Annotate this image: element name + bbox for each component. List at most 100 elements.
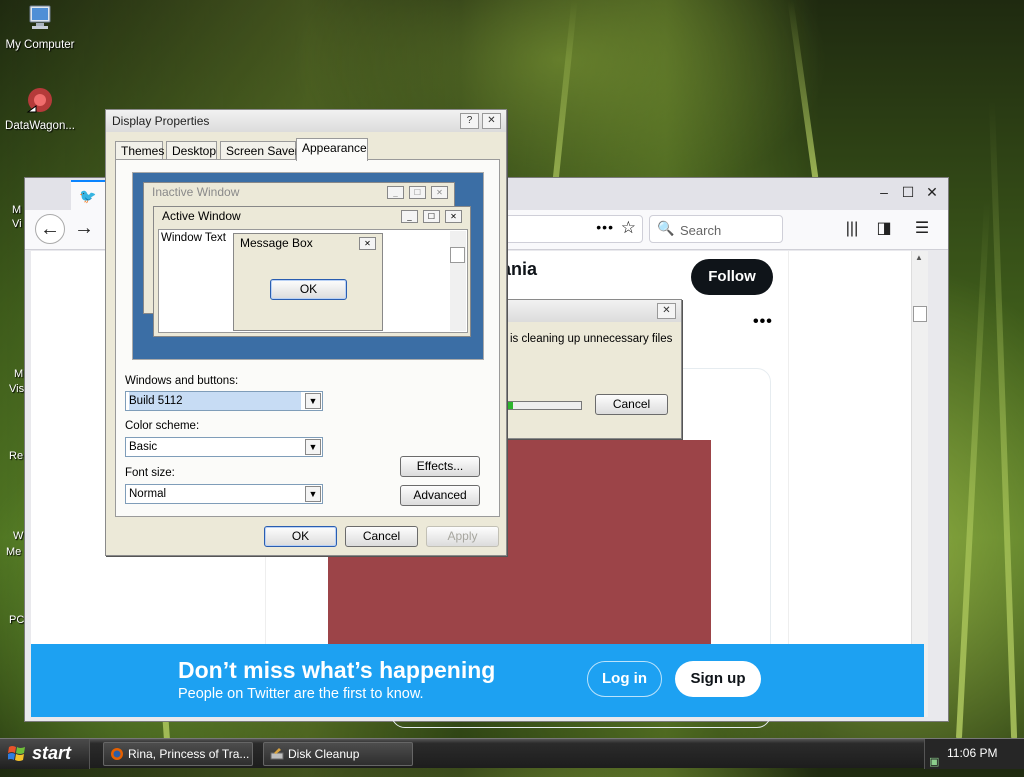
cleanup-progress-bar (507, 401, 582, 410)
close-icon[interactable]: ✕ (921, 181, 943, 203)
windows-buttons-select[interactable]: Build 5112 ▼ (125, 391, 323, 411)
forward-button[interactable]: → (69, 214, 99, 244)
minimize-icon[interactable]: – (873, 181, 895, 203)
disk-cleanup-icon (270, 748, 284, 760)
taskbar: start Rina, Princess of Tra... Disk Clea… (0, 738, 1024, 769)
maximize-icon[interactable]: ☐ (897, 181, 919, 203)
grass-blade (787, 0, 819, 180)
font-size-label: Font size: (125, 467, 175, 479)
advanced-button[interactable]: Advanced (400, 485, 480, 506)
windows-buttons-label: Windows and buttons: (125, 375, 239, 387)
desktop-edge-label: Re (9, 450, 24, 462)
color-scheme-select[interactable]: Basic ▼ (125, 437, 323, 457)
grass-blade (988, 100, 1018, 740)
tab-themes[interactable]: Themes (115, 141, 164, 160)
close-icon: ✕ (359, 237, 376, 250)
taskbar-item-firefox[interactable]: Rina, Princess of Tra... (103, 742, 253, 766)
font-size-value: Normal (129, 488, 167, 500)
bookmark-star-icon[interactable]: ☆ (621, 218, 636, 238)
search-icon: 🔍 (657, 220, 675, 236)
network-icon[interactable]: ▣ (929, 748, 939, 777)
desktop-edge-label: W (13, 530, 24, 542)
desktop-icon-datawagon[interactable]: DataWagon... (0, 84, 80, 132)
start-label: start (32, 743, 72, 763)
more-options-icon[interactable]: ••• (753, 313, 773, 331)
clock[interactable]: 11:06 PM (947, 739, 997, 768)
maximize-icon: ☐ (423, 210, 440, 223)
desktop-edge-label: Me (6, 546, 22, 558)
desktop-icon-label: DataWagon... (5, 120, 75, 132)
twitter-bird-icon: 🐦 (79, 188, 97, 204)
preview-scroll-thumb (450, 247, 465, 263)
cleanup-message: is cleaning up unnecessary files (510, 333, 673, 345)
ok-button[interactable]: OK (264, 526, 337, 547)
cleanup-cancel-button[interactable]: Cancel (595, 394, 668, 415)
window-text-label: Window Text (161, 232, 226, 244)
close-icon: ✕ (445, 210, 462, 223)
tab-appearance[interactable]: Appearance (296, 138, 368, 161)
firefox-icon (111, 748, 123, 760)
chevron-down-icon[interactable]: ▼ (305, 393, 321, 409)
color-scheme-label: Color scheme: (125, 420, 200, 432)
taskbar-item-label: Rina, Princess of Tra... (128, 747, 250, 761)
arrow-right-icon: → (74, 217, 94, 239)
desktop-edge-label: Vi (12, 218, 22, 230)
windows-buttons-value: Build 5112 (129, 392, 301, 410)
chevron-down-icon[interactable]: ▼ (305, 486, 321, 502)
taskbar-item-label: Disk Cleanup (288, 747, 360, 761)
help-button[interactable]: ? (460, 113, 479, 129)
taskbar-item-disk-cleanup[interactable]: Disk Cleanup (263, 742, 413, 766)
signup-button[interactable]: Sign up (675, 661, 761, 697)
sidebar-icon[interactable]: ◨ (873, 218, 895, 240)
datawagon-icon (26, 88, 52, 113)
display-properties-dialog: Display Properties ? ✕ Themes Desktop Sc… (105, 109, 507, 556)
page-actions-icon[interactable]: ••• (596, 219, 614, 235)
cancel-button[interactable]: Cancel (345, 526, 418, 547)
color-scheme-value: Basic (129, 441, 158, 453)
desktop-edge-label: Vis (9, 383, 25, 395)
close-icon: ✕ (431, 186, 448, 199)
minimize-icon: _ (387, 186, 404, 199)
preview-scrollbar (450, 231, 466, 331)
start-button[interactable]: start (0, 739, 90, 769)
my-computer-icon (29, 5, 51, 29)
scrollbar-thumb[interactable] (913, 306, 927, 322)
appearance-panel: Inactive Window _ ☐ ✕ Active Window _ ☐ … (115, 159, 500, 517)
system-tray: ▣ 11:06 PM (924, 739, 1024, 769)
arrow-left-icon: ← (40, 218, 60, 240)
login-button[interactable]: Log in (587, 661, 662, 697)
dialog-title: Display Properties (106, 110, 506, 132)
inactive-window-title: Inactive Window (152, 185, 240, 199)
message-box-ok-button: OK (270, 279, 347, 300)
tab-screen-saver[interactable]: Screen Saver (220, 141, 299, 160)
message-box-preview: Message Box ✕ OK (233, 233, 383, 331)
library-icon[interactable]: ||| (841, 218, 863, 240)
tab-desktop[interactable]: Desktop (166, 141, 217, 160)
font-size-select[interactable]: Normal ▼ (125, 484, 323, 504)
signup-banner: Don’t miss what’s happening People on Tw… (31, 644, 924, 717)
close-icon[interactable]: ✕ (657, 303, 676, 319)
maximize-icon: ☐ (409, 186, 426, 199)
desktop-edge-label: M (12, 204, 22, 216)
chevron-down-icon[interactable]: ▼ (305, 439, 321, 455)
desktop-icon-label: My Computer (5, 39, 75, 51)
apply-button[interactable]: Apply (426, 526, 499, 547)
menu-icon[interactable]: ☰ (911, 218, 933, 240)
windows-logo-icon (8, 746, 25, 761)
follow-button[interactable]: Follow (691, 259, 773, 295)
banner-subtitle: People on Twitter are the first to know. (178, 686, 424, 702)
search-input[interactable]: 🔍 Search (649, 215, 783, 243)
desktop-icon-my-computer[interactable]: My Computer (0, 3, 80, 51)
close-button[interactable]: ✕ (482, 113, 501, 129)
desktop-edge-label: PC (9, 614, 25, 626)
back-button[interactable]: ← (35, 214, 65, 244)
banner-title: Don’t miss what’s happening (178, 657, 496, 683)
desktop-edge-label: M (14, 368, 24, 380)
appearance-preview: Inactive Window _ ☐ ✕ Active Window _ ☐ … (132, 172, 484, 360)
search-placeholder: Search (680, 223, 722, 238)
grass-blade (955, 200, 991, 740)
effects-button[interactable]: Effects... (400, 456, 480, 477)
scroll-up-icon[interactable]: ▲ (915, 253, 923, 262)
minimize-icon: _ (401, 210, 418, 223)
progress-fill (508, 402, 514, 409)
